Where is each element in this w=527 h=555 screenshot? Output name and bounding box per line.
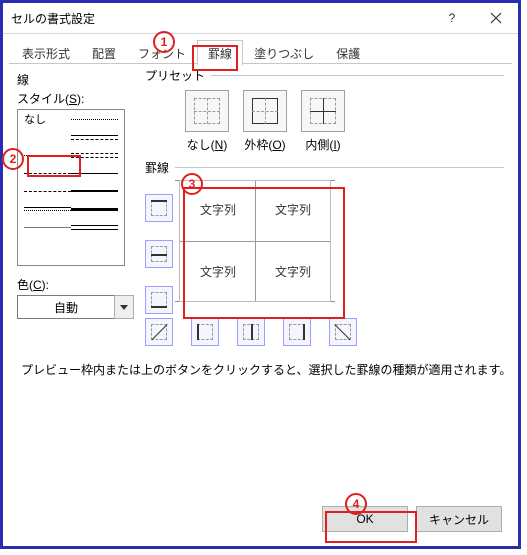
border-right-button[interactable] xyxy=(283,318,311,346)
style-r2[interactable] xyxy=(71,135,118,140)
preset-outside-label: 外枠(O) xyxy=(244,136,285,153)
tab-fill[interactable]: 塗りつぶし xyxy=(243,40,325,65)
tab-alignment[interactable]: 配置 xyxy=(81,40,127,65)
preset-outside-button[interactable] xyxy=(243,90,287,132)
cancel-button[interactable]: キャンセル xyxy=(416,506,502,532)
style-r1[interactable] xyxy=(71,119,118,120)
line-section: 線 スタイル(S): なし 色(C): 自動 xyxy=(17,67,137,319)
style-r7[interactable] xyxy=(71,225,118,230)
color-dropdown-button[interactable] xyxy=(114,295,134,319)
color-label: 色(C): xyxy=(17,276,137,293)
border-left-button[interactable] xyxy=(191,318,219,346)
annotation-3: 3 xyxy=(181,173,203,195)
style-none[interactable]: なし xyxy=(24,111,71,127)
annotation-3-rect xyxy=(183,187,345,319)
close-icon xyxy=(490,12,502,24)
annotation-1-rect xyxy=(192,45,238,71)
style-l6[interactable] xyxy=(24,207,71,211)
style-l5[interactable] xyxy=(24,191,71,192)
border-section-label: 罫線 xyxy=(145,159,169,176)
preset-none-label: なし(N) xyxy=(187,136,228,153)
window-title: セルの書式設定 xyxy=(11,10,430,27)
border-diag-up-button[interactable] xyxy=(145,318,173,346)
tab-strip: 表示形式 配置 フォント 罫線 塗りつぶし 保護 xyxy=(3,34,518,64)
preset-none-button[interactable] xyxy=(185,90,229,132)
preset-section: プリセット なし(N) 外枠(O) 内側(I) xyxy=(145,67,504,153)
preset-inside-button[interactable] xyxy=(301,90,345,132)
color-value: 自動 xyxy=(18,299,114,316)
tab-number-format[interactable]: 表示形式 xyxy=(11,40,81,65)
hint-text: プレビュー枠内または上のボタンをクリックすると、選択した罫線の種類が適用されます… xyxy=(21,361,511,378)
border-top-button[interactable] xyxy=(145,194,173,222)
tab-protection[interactable]: 保護 xyxy=(325,40,371,65)
color-combobox[interactable]: 自動 xyxy=(17,295,137,319)
annotation-1: 1 xyxy=(153,31,175,53)
preset-inside-label: 内側(I) xyxy=(305,136,340,153)
help-button[interactable]: ? xyxy=(430,3,474,33)
border-bottom-button[interactable] xyxy=(145,286,173,314)
style-label: スタイル(S): xyxy=(17,90,137,107)
line-section-label: 線 xyxy=(17,71,137,88)
format-cells-dialog: セルの書式設定 ? 表示形式 配置 フォント 罫線 塗りつぶし 保護 線 スタイ… xyxy=(0,0,521,549)
annotation-4-rect xyxy=(325,511,417,543)
border-middle-v-button[interactable] xyxy=(237,318,265,346)
annotation-2-rect xyxy=(27,155,81,177)
chevron-down-icon xyxy=(120,305,128,310)
style-r6[interactable] xyxy=(71,208,118,211)
annotation-2: 2 xyxy=(2,148,24,170)
style-l7[interactable] xyxy=(24,227,71,228)
border-middle-h-button[interactable] xyxy=(145,240,173,268)
close-button[interactable] xyxy=(474,3,518,33)
line-style-listbox[interactable]: なし xyxy=(17,109,125,266)
titlebar: セルの書式設定 ? xyxy=(3,3,518,34)
annotation-4: 4 xyxy=(345,493,367,515)
border-diag-down-button[interactable] xyxy=(329,318,357,346)
style-r5[interactable] xyxy=(71,190,118,192)
